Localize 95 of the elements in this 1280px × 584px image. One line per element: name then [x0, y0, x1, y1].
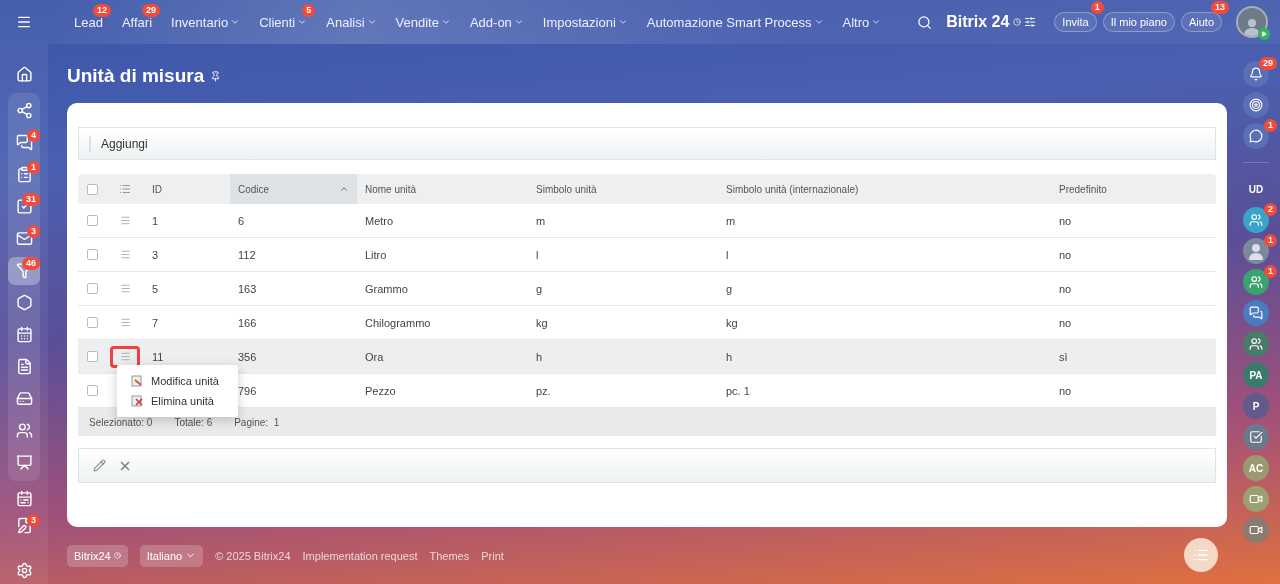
table-cell: 6 [238, 214, 245, 227]
copyright-text: © 2025 Bitrix24 [215, 549, 291, 562]
table-cell: Ora [365, 350, 384, 363]
nav-menu-item[interactable]: Analisi [326, 14, 377, 30]
table-cell: 3 [152, 248, 159, 261]
table-cell: 11 [152, 350, 164, 363]
column-header[interactable]: Predefinito [1051, 174, 1216, 204]
table-cell: 796 [238, 384, 257, 397]
count-badge: 1 [1264, 265, 1277, 278]
sidebar-item[interactable]: 46 [8, 256, 40, 285]
initials-avatar[interactable]: P [1243, 393, 1269, 419]
count-badge: 1 [1264, 119, 1277, 132]
nav-menu-item[interactable]: Lead [74, 14, 103, 30]
page-title: Unità di misura [67, 65, 205, 87]
nav-menu-item[interactable]: Clienti [259, 14, 308, 30]
count-badge: 31 [22, 192, 40, 206]
table-cell: no [1059, 282, 1072, 295]
header-button[interactable]: Aiuto [1180, 12, 1222, 32]
count-badge: 13 [1211, 1, 1229, 14]
initials-avatar[interactable]: UD [1243, 176, 1269, 202]
count-badge: 4 [27, 128, 40, 142]
nav-menu-item[interactable]: Vendite [395, 14, 451, 30]
context-menu-item[interactable]: Modifica unità [117, 371, 238, 391]
sidebar-item[interactable]: 31 [8, 192, 40, 221]
table-cell: l [726, 248, 729, 261]
sidebar-item[interactable]: 1 [8, 160, 40, 189]
count-badge: 1 [27, 160, 40, 174]
brand-button[interactable]: Bitrix24 [67, 544, 128, 567]
column-header[interactable]: Nome unità [357, 174, 528, 204]
table-cell: no [1059, 248, 1072, 261]
table-cell: g [536, 282, 543, 295]
logo[interactable]: Bitrix 24 [946, 13, 1010, 31]
table-cell: h [536, 350, 543, 363]
table-cell: 166 [238, 316, 257, 329]
nav-menu-item[interactable]: Automazione Smart Process [646, 14, 824, 30]
table-cell: kg [726, 316, 738, 329]
count-badge: 29 [142, 3, 161, 17]
table-cell: l [536, 248, 539, 261]
count-badge: 5 [302, 3, 316, 17]
language-dropdown[interactable]: Italiano [139, 544, 204, 567]
nav-menu-item[interactable]: Altro [842, 14, 882, 30]
count-badge: 1 [1090, 1, 1104, 14]
count-badge: 46 [22, 256, 40, 270]
column-header[interactable]: Simbolo unità [528, 174, 718, 204]
table-footer-text: Totale: 6 [174, 416, 213, 428]
header-button[interactable]: Il mio piano [1102, 12, 1175, 32]
count-badge: 2 [1264, 203, 1277, 216]
table-cell: 356 [238, 350, 257, 363]
add-button[interactable]: Aggiungi [101, 136, 148, 151]
sidebar-item[interactable]: 4 [8, 128, 40, 157]
nav-menu-item[interactable]: Add-on [469, 14, 524, 30]
nav-menu-item[interactable]: Impostazioni [542, 14, 628, 30]
table-cell: Metro [365, 214, 394, 227]
initials-avatar[interactable]: PA [1243, 362, 1269, 388]
table-cell: no [1059, 384, 1072, 397]
count-badge: 3 [27, 514, 40, 528]
table-cell: no [1059, 316, 1072, 329]
table-cell: 5 [152, 282, 159, 295]
table-cell: no [1059, 214, 1072, 227]
table-cell: 163 [238, 282, 257, 295]
footer-link[interactable]: Themes [429, 549, 470, 562]
table-cell: 1 [152, 214, 159, 227]
column-header[interactable]: ID [144, 174, 230, 204]
count-badge: 3 [27, 224, 40, 238]
count-badge: 12 [92, 3, 111, 17]
table-cell: Pezzo [365, 384, 396, 397]
footer-link[interactable]: Implementation request [302, 549, 418, 562]
sidebar-item[interactable]: 3 [8, 514, 40, 538]
initials-avatar[interactable]: AC [1243, 455, 1269, 481]
table-cell: m [536, 214, 546, 227]
table-cell: Chilogrammo [365, 316, 431, 329]
table-footer-text: Selezionato: 0 [89, 416, 153, 428]
table-cell: h [726, 350, 733, 363]
column-header[interactable]: Simbolo unità (internazionale) [718, 174, 1051, 204]
table-cell: 112 [238, 248, 256, 261]
sidebar-item[interactable]: 3 [8, 224, 40, 253]
table-cell: pz. [536, 384, 551, 397]
table-footer-text: Pagine: 1 [234, 416, 280, 428]
table-cell: sì [1059, 350, 1068, 363]
table-cell: m [726, 214, 736, 227]
context-menu-item[interactable]: Elimina unità [117, 391, 238, 411]
count-badge: 1 [1264, 234, 1277, 247]
table-cell: pc. 1 [726, 384, 750, 397]
table-cell: Litro [365, 248, 387, 261]
column-header[interactable]: Codice [230, 174, 357, 204]
count-badge: 29 [1259, 57, 1277, 70]
nav-menu-item[interactable]: Inventario [171, 14, 241, 30]
footer-link[interactable]: Print [481, 549, 504, 562]
table-cell: kg [536, 316, 548, 329]
header-button[interactable]: Invita [1054, 12, 1097, 32]
table-cell: 7 [152, 316, 159, 329]
nav-menu-item[interactable]: Affari [121, 14, 153, 30]
table-row[interactable]: 11 356 Ora h h sì [78, 340, 1216, 374]
table-cell: Grammo [365, 282, 408, 295]
table-cell: g [726, 282, 733, 295]
